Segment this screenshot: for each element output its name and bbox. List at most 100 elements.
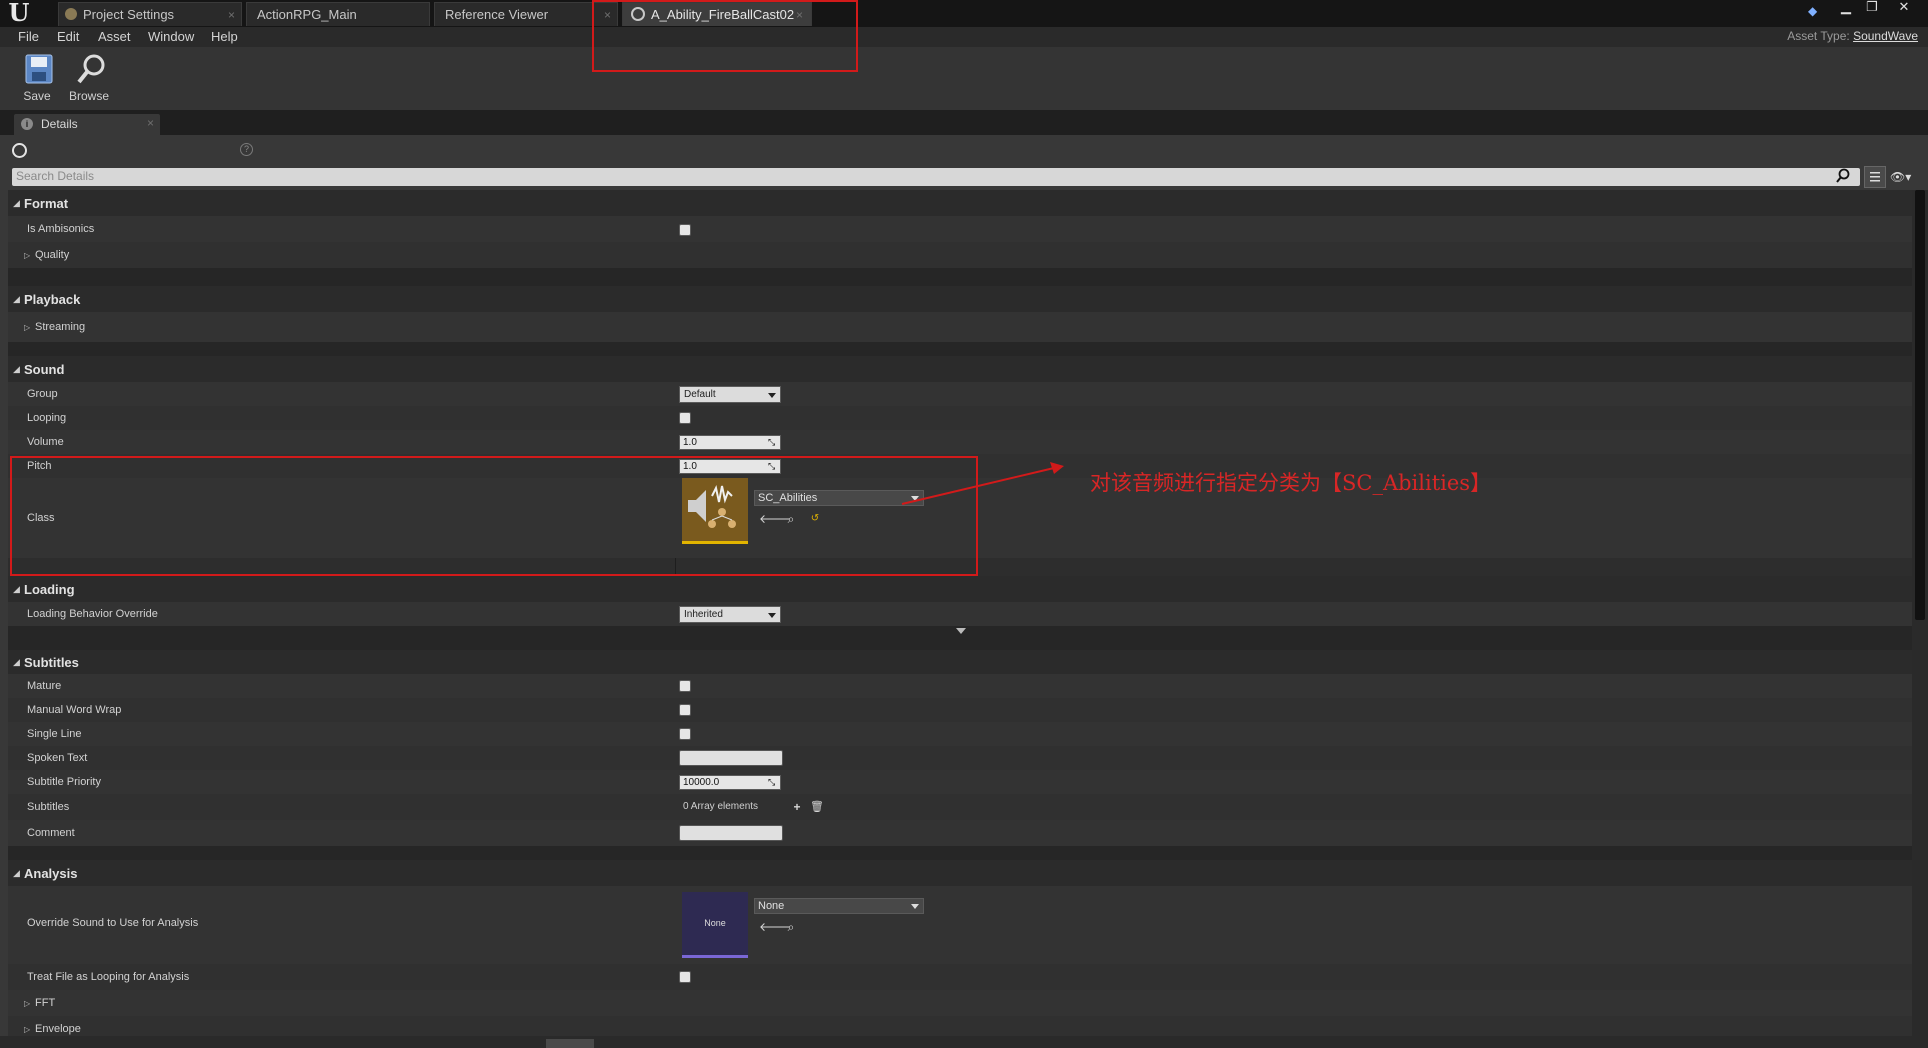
info-icon: i [21, 118, 33, 130]
category-label: Format [24, 196, 69, 211]
thumbnail-label: None [704, 918, 726, 928]
browse-magnifier-icon [77, 53, 105, 85]
comment-input[interactable] [679, 825, 783, 841]
collapse-arrow-icon[interactable]: ◢ [13, 584, 20, 595]
expand-arrow-icon[interactable]: ▷ [24, 323, 30, 332]
tab-label: Project Settings [83, 7, 175, 22]
collapse-arrow-icon[interactable]: ◢ [13, 868, 20, 879]
override-sound-dropdown[interactable]: None [754, 898, 924, 914]
menu-asset[interactable]: Asset [98, 28, 131, 46]
minimize-icon[interactable]: ▁ [1834, 0, 1858, 16]
menu-window[interactable]: Window [148, 28, 194, 46]
property-label: Volume [27, 436, 64, 448]
property-comment: Comment [8, 820, 1914, 846]
scrollbar-thumb[interactable] [546, 1039, 594, 1048]
search-details-input[interactable]: Search Details [12, 168, 1860, 186]
eye-visibility-icon[interactable]: 👁▾ [1890, 170, 1920, 184]
asset-type-value[interactable]: SoundWave [1853, 29, 1918, 43]
use-selected-arrow-icon[interactable]: 🡐 [759, 920, 791, 934]
expand-arrow-icon[interactable]: ▷ [24, 1025, 30, 1034]
property-label: Comment [27, 827, 75, 839]
browse-button[interactable]: Browse [65, 47, 113, 109]
category-spacer [8, 846, 1914, 860]
search-icon[interactable] [1836, 168, 1850, 184]
treat-looping-checkbox[interactable] [679, 971, 691, 983]
notification-icon[interactable]: ◆ [1808, 4, 1824, 18]
subtitle-priority-input[interactable]: 10000.0 ⤡ [679, 775, 781, 790]
horizontal-scrollbar[interactable] [0, 1036, 1928, 1048]
scrollbar-thumb[interactable] [1915, 190, 1925, 620]
tab-actionrpg-main[interactable]: ActionRPG_Main [246, 2, 430, 26]
title-bar: U Project Settings × ActionRPG_Main Refe… [0, 0, 1928, 27]
manual-word-wrap-checkbox[interactable] [679, 704, 691, 716]
annotation-arrow [901, 462, 1064, 505]
category-playback[interactable]: ◢ Playback [8, 286, 1914, 312]
property-streaming[interactable]: ▷ Streaming [8, 312, 1914, 342]
category-subtitles[interactable]: ◢ Subtitles [8, 650, 1914, 674]
tab-label: Reference Viewer [445, 7, 549, 22]
advanced-expander[interactable] [8, 626, 1914, 640]
collapse-arrow-icon[interactable]: ◢ [13, 294, 20, 305]
menu-file[interactable]: File [18, 28, 39, 46]
vertical-scrollbar[interactable] [1912, 190, 1928, 1036]
property-envelope[interactable]: ▷ Envelope [8, 1016, 1914, 1036]
property-label: Subtitles [27, 801, 70, 813]
spoken-text-input[interactable] [679, 750, 783, 766]
object-selector-row: ? [8, 135, 1928, 167]
tab-reference-viewer[interactable]: Reference Viewer × [434, 2, 618, 26]
dropdown-value: None [758, 900, 785, 912]
expand-arrow-icon[interactable]: ▷ [24, 999, 30, 1008]
is-ambisonics-checkbox[interactable] [679, 224, 691, 236]
close-icon[interactable]: × [147, 116, 154, 130]
expand-advanced-icon[interactable] [956, 628, 966, 634]
browse-label: Browse [68, 89, 109, 103]
property-label: Subtitle Priority [27, 776, 101, 788]
volume-input[interactable]: 1.0 ⤡ [679, 435, 781, 450]
single-line-checkbox[interactable] [679, 728, 691, 740]
property-fft[interactable]: ▷ FFT [8, 990, 1914, 1016]
collapse-arrow-icon[interactable]: ◢ [13, 364, 20, 375]
view-options-list-icon[interactable] [1864, 166, 1886, 188]
category-format[interactable]: ◢ Format [8, 190, 1914, 216]
category-sound[interactable]: ◢ Sound [8, 356, 1914, 382]
menu-help[interactable]: Help [211, 28, 238, 46]
add-element-icon[interactable]: + [790, 800, 804, 814]
loading-behavior-dropdown[interactable]: Inherited [679, 606, 781, 623]
category-analysis[interactable]: ◢ Analysis [8, 860, 1914, 886]
tab-project-settings[interactable]: Project Settings × [58, 2, 242, 26]
property-quality[interactable]: ▷ Quality [8, 242, 1914, 268]
property-label: Is Ambisonics [27, 223, 95, 235]
category-label: Playback [24, 292, 81, 307]
browse-magnifier-icon[interactable]: ⌕ [784, 920, 798, 934]
property-looping: Looping [8, 406, 1914, 430]
property-spoken-text: Spoken Text [8, 746, 1914, 770]
annotation-highlight-class [10, 456, 978, 576]
analysis-sound-thumbnail[interactable]: None [682, 892, 748, 958]
menu-edit[interactable]: Edit [57, 28, 79, 46]
property-override-sound: Override Sound to Use for Analysis None … [8, 886, 1914, 964]
collapse-arrow-icon[interactable]: ◢ [13, 198, 20, 209]
tab-details[interactable]: i Details × [14, 114, 160, 135]
property-label: Envelope [35, 1023, 81, 1035]
chevron-down-icon [768, 393, 776, 398]
menu-bar: File Edit Asset Window Help Asset Type: … [0, 27, 1928, 47]
restore-icon[interactable]: ❐ [1860, 0, 1884, 16]
property-treat-file-as-looping: Treat File as Looping for Analysis [8, 964, 1914, 990]
asset-type-indicator: Asset Type: SoundWave [1787, 29, 1918, 43]
collapse-arrow-icon[interactable]: ◢ [13, 657, 20, 668]
save-button[interactable]: Save [13, 47, 61, 109]
chevron-down-icon [768, 613, 776, 618]
close-window-icon[interactable]: ✕ [1892, 0, 1916, 16]
category-loading[interactable]: ◢ Loading [8, 576, 1914, 602]
unreal-logo-icon[interactable]: U [6, 1, 32, 25]
category-spacer [8, 268, 1914, 286]
expand-arrow-icon[interactable]: ▷ [24, 251, 30, 260]
looping-checkbox[interactable] [679, 412, 691, 424]
group-dropdown[interactable]: Default [679, 386, 781, 403]
delete-trash-icon[interactable]: 🗑 [810, 800, 824, 814]
property-label: Loading Behavior Override [27, 608, 158, 620]
mature-checkbox[interactable] [679, 680, 691, 692]
save-label: Save [23, 89, 51, 103]
help-icon[interactable]: ? [240, 143, 253, 156]
close-icon[interactable]: × [228, 4, 235, 26]
